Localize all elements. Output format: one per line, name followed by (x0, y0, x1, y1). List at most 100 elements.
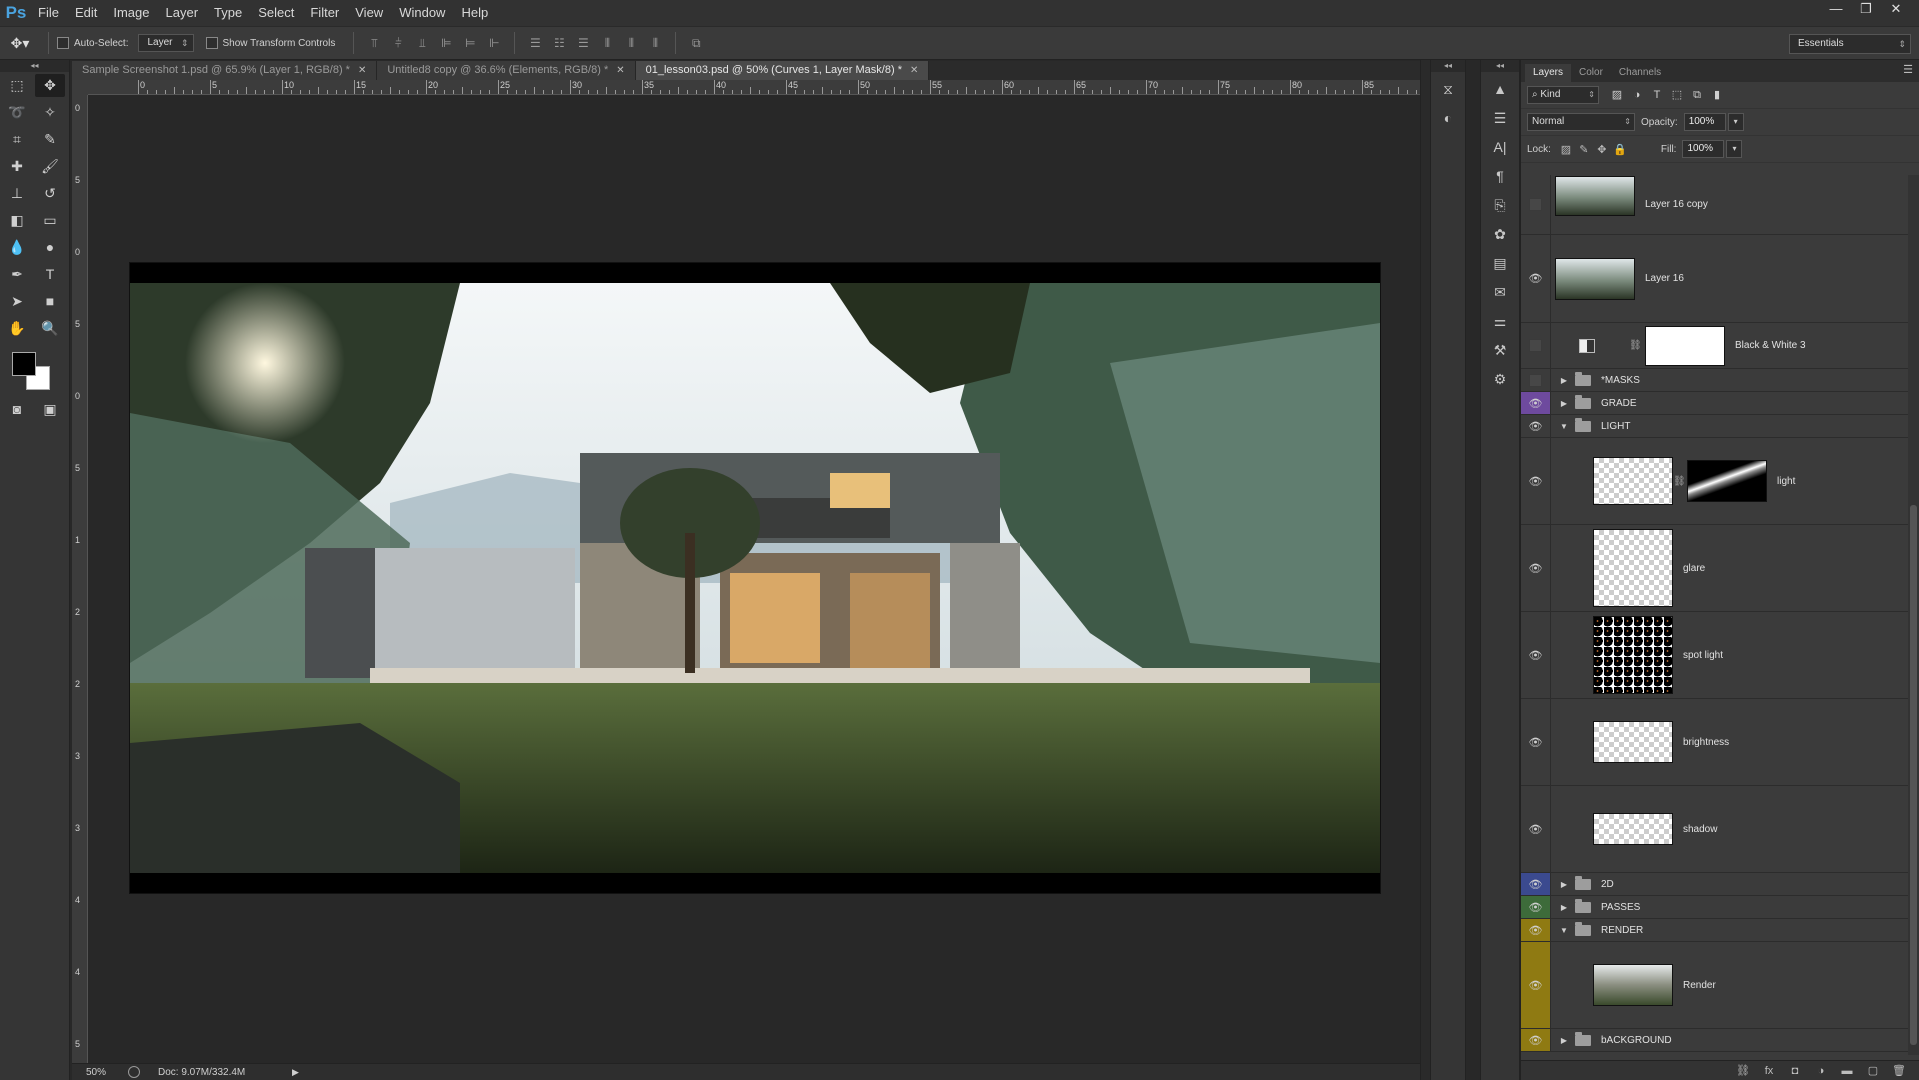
horizontal-ruler[interactable]: 051015202530354045505560657075808590 (88, 80, 1420, 95)
align-vcenter-icon[interactable]: ⫩ (386, 33, 410, 53)
healing-brush-tool-icon[interactable]: ✚ (2, 155, 32, 178)
layer-list-scrollbar[interactable] (1908, 175, 1919, 1055)
smart-object-filter-icon[interactable]: ⧉ (1687, 86, 1707, 104)
gradient-tool-icon[interactable]: ▭ (35, 209, 65, 232)
menu-file[interactable]: File (30, 0, 67, 26)
document-canvas[interactable] (130, 263, 1380, 893)
blend-mode-select[interactable]: Normal (1527, 113, 1635, 131)
visibility-toggle[interactable]: 👁 (1521, 942, 1551, 1028)
collapse-arrow-icon[interactable]: ▼ (1557, 422, 1571, 431)
filter-toggle-icon[interactable]: ▮ (1707, 86, 1727, 104)
tools-panel-header[interactable]: ◂◂ (0, 60, 69, 72)
tab-channels[interactable]: Channels (1611, 64, 1669, 82)
panel-menu-icon[interactable]: ☰ (1903, 63, 1913, 76)
link-layers-icon[interactable]: ⛓ (1730, 1064, 1756, 1077)
close-icon[interactable]: ✕ (358, 61, 366, 80)
layer-name[interactable]: PASSES (1601, 902, 1640, 913)
layer-name[interactable]: spot light (1683, 650, 1723, 661)
properties-panel-icon[interactable]: ☰ (1485, 106, 1515, 130)
layer-group-row[interactable]: 👁 ▼ RENDER (1521, 919, 1909, 942)
magic-wand-tool-icon[interactable]: ✧ (35, 101, 65, 124)
layer-name[interactable]: LIGHT (1601, 421, 1630, 432)
type-filter-icon[interactable]: T (1647, 86, 1667, 104)
pixel-filter-icon[interactable]: ▨ (1607, 86, 1627, 104)
zoom-level-field[interactable]: 50% (72, 1067, 116, 1078)
layer-name[interactable]: glare (1683, 563, 1705, 574)
screen-mode-icon[interactable]: ▣ (35, 398, 65, 421)
align-hcenter-icon[interactable]: ⊨ (458, 33, 482, 53)
stamp-tool-icon[interactable]: ⊥ (2, 182, 32, 205)
visibility-toggle[interactable]: 👁 (1521, 1029, 1551, 1051)
layer-name[interactable]: 2D (1601, 879, 1614, 890)
crop-tool-icon[interactable]: ⌗ (2, 128, 32, 151)
ruler-origin[interactable] (72, 80, 88, 95)
close-icon[interactable]: ✕ (616, 61, 624, 80)
adjustment-filter-icon[interactable]: ◑ (1627, 86, 1647, 104)
layer-row[interactable]: 👁 brightness (1521, 699, 1909, 786)
layer-name[interactable]: light (1777, 476, 1795, 487)
visibility-toggle[interactable]: 👁 (1521, 919, 1551, 941)
blur-tool-icon[interactable]: 💧 (2, 236, 32, 259)
visibility-off-icon[interactable] (1529, 198, 1542, 211)
document-tab-active[interactable]: 01_lesson03.psd @ 50% (Curves 1, Layer M… (635, 61, 930, 80)
history-brush-tool-icon[interactable]: ↺ (35, 182, 65, 205)
pen-tool-icon[interactable]: ✒ (2, 263, 32, 286)
layer-group-row[interactable]: ▶ *MASKS (1521, 369, 1909, 392)
auto-align-icon[interactable]: ⧉ (684, 33, 708, 53)
layer-name[interactable]: bACKGROUND (1601, 1035, 1672, 1046)
move-tool-preset-icon[interactable]: ✥▾ (0, 29, 40, 57)
scrollbar-thumb[interactable] (1910, 505, 1917, 1045)
distribute-left-icon[interactable]: ⦀ (595, 33, 619, 53)
opacity-dropdown-icon[interactable]: ▾ (1727, 113, 1744, 131)
layer-name[interactable]: Layer 16 copy (1645, 199, 1708, 210)
marquee-tool-icon[interactable]: ⬚ (2, 74, 32, 97)
layer-name[interactable]: Layer 16 (1645, 273, 1684, 284)
lock-position-icon[interactable]: ✥ (1593, 143, 1611, 156)
adjustments-panel-icon[interactable]: ⚌ (1485, 309, 1515, 333)
eye-icon[interactable]: 👁 (1529, 562, 1543, 575)
distribute-vcenter-icon[interactable]: ☷ (547, 33, 571, 53)
history-panel-icon[interactable]: ⧖ (1433, 77, 1463, 101)
layer-style-icon[interactable]: fx (1756, 1065, 1782, 1077)
eye-icon[interactable]: 👁 (1529, 420, 1543, 433)
layer-name[interactable]: brightness (1683, 737, 1729, 748)
layer-row[interactable]: ⛓ Black & White 3 (1521, 323, 1909, 369)
filter-kind-select[interactable]: ⌕ Kind (1527, 86, 1599, 104)
navigator-panel-icon[interactable]: ◐ (1433, 106, 1463, 130)
workspace-select[interactable]: Essentials (1789, 34, 1911, 54)
eye-icon[interactable]: 👁 (1529, 901, 1543, 914)
paragraph-panel-icon[interactable]: ¶ (1485, 164, 1515, 188)
opacity-input[interactable]: 100% (1683, 113, 1726, 131)
align-bottom-icon[interactable]: ⫫ (410, 33, 434, 53)
visibility-off-icon[interactable] (1529, 339, 1542, 352)
eye-icon[interactable]: 👁 (1529, 878, 1543, 891)
path-selection-tool-icon[interactable]: ➤ (2, 290, 32, 313)
show-transform-option[interactable]: Show Transform Controls (205, 37, 335, 49)
clone-source-panel-icon[interactable]: ⎘ (1485, 193, 1515, 217)
visibility-toggle[interactable] (1521, 175, 1551, 234)
visibility-toggle[interactable]: 👁 (1521, 392, 1551, 414)
eye-icon[interactable]: 👁 (1529, 649, 1543, 662)
add-mask-icon[interactable]: ◘ (1782, 1065, 1808, 1077)
layer-row[interactable]: 👁 Render (1521, 942, 1909, 1029)
auto-select-option[interactable]: Auto-Select: (57, 37, 128, 49)
hand-tool-icon[interactable]: ✋ (2, 317, 32, 340)
mask-link-icon[interactable]: ⛓ (1673, 476, 1686, 487)
visibility-off-icon[interactable] (1529, 373, 1542, 387)
layer-row[interactable]: Layer 16 copy (1521, 175, 1909, 235)
visibility-toggle[interactable]: 👁 (1521, 438, 1551, 524)
brush-presets-panel-icon[interactable]: ✿ (1485, 222, 1515, 246)
menu-help[interactable]: Help (453, 0, 496, 26)
vertical-ruler[interactable]: 0 5 0 5 0 5 1 2 2 3 3 4 4 5 (72, 95, 88, 1063)
eyedropper-tool-icon[interactable]: ✎ (35, 128, 65, 151)
mask-link-icon[interactable]: ⛓ (1629, 340, 1642, 351)
eye-icon[interactable]: 👁 (1529, 475, 1543, 488)
tab-layers[interactable]: Layers (1525, 64, 1572, 82)
histogram-panel-icon[interactable]: ▲ (1485, 77, 1515, 101)
menu-image[interactable]: Image (105, 0, 157, 26)
visibility-toggle[interactable]: 👁 (1521, 699, 1551, 785)
fill-input[interactable]: 100% (1682, 140, 1725, 158)
delete-layer-icon[interactable]: 🗑 (1886, 1064, 1912, 1077)
layer-row[interactable]: 👁 ⛓ light (1521, 438, 1909, 525)
strip-collapse-icon[interactable]: ◂◂ (1431, 60, 1465, 72)
